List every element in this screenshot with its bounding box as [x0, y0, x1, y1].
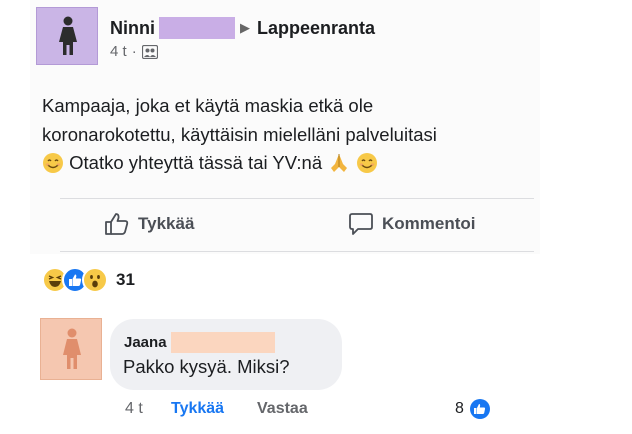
- post-text-line: Kampaaja, joka et käytä maskia etkä ole: [42, 95, 374, 116]
- smiling-face-icon: [43, 153, 63, 173]
- group-name[interactable]: Lappeenranta: [257, 18, 375, 39]
- female-person-icon: [59, 16, 77, 55]
- comment-reply-button[interactable]: Vastaa: [257, 400, 308, 418]
- comment-like-count[interactable]: 8: [455, 398, 491, 420]
- comment-text: Pakko kysyä. Miksi?: [123, 356, 290, 377]
- arrow-right-icon: ▶: [240, 20, 250, 35]
- redaction-block: [170, 332, 275, 353]
- reaction-summary[interactable]: 31: [42, 267, 135, 293]
- comment-label: Kommentoi: [382, 214, 476, 233]
- like-label: Tykkää: [138, 214, 195, 233]
- speech-bubble-icon: [349, 213, 373, 235]
- comment-author-line: Jaana: [124, 332, 275, 353]
- comment-like-count-value: 8: [455, 400, 464, 417]
- comment-actions: 4 t Tykkää Vastaa: [125, 400, 308, 418]
- post-meta: 4 t ·: [110, 43, 158, 60]
- meta-separator: ·: [131, 43, 137, 60]
- divider: [60, 198, 534, 199]
- post-timestamp[interactable]: 4 t: [110, 43, 127, 60]
- post-header: Ninni ▶ Lappeenranta: [110, 17, 375, 39]
- post-body: Kampaaja, joka et käytä maskia etkä ole …: [42, 92, 522, 178]
- redaction-block: [159, 17, 235, 39]
- post-text-line: koronarokotettu, käyttäisin mielelläni p…: [42, 123, 437, 145]
- post-text-inline: Otatko yhteyttä tässä tai YV:nä: [69, 152, 323, 173]
- reaction-count: 31: [116, 270, 135, 289]
- divider: [60, 251, 534, 252]
- thumbs-up-icon: [105, 213, 129, 235]
- comment-like-button[interactable]: Tykkää: [171, 400, 257, 418]
- author-name[interactable]: Ninni: [110, 18, 155, 39]
- comment-button[interactable]: Kommentoi: [348, 212, 476, 236]
- wow-emoji-icon: [82, 267, 108, 293]
- comment-author-name[interactable]: Jaana: [124, 334, 167, 351]
- comment-timestamp[interactable]: 4 t: [125, 400, 171, 418]
- commenter-avatar[interactable]: [40, 318, 102, 380]
- female-person-icon: [63, 328, 81, 369]
- folded-hands-icon: [331, 154, 348, 172]
- smiling-face-icon: [357, 153, 378, 173]
- post-text-line: Otatko yhteyttä tässä tai YV:nä: [42, 149, 522, 178]
- like-icon: [469, 399, 490, 419]
- author-avatar[interactable]: [36, 7, 98, 65]
- like-button[interactable]: Tykkää: [104, 212, 194, 236]
- group-audience-icon: [141, 44, 158, 59]
- comment-bubble: Jaana Pakko kysyä. Miksi?: [110, 319, 342, 390]
